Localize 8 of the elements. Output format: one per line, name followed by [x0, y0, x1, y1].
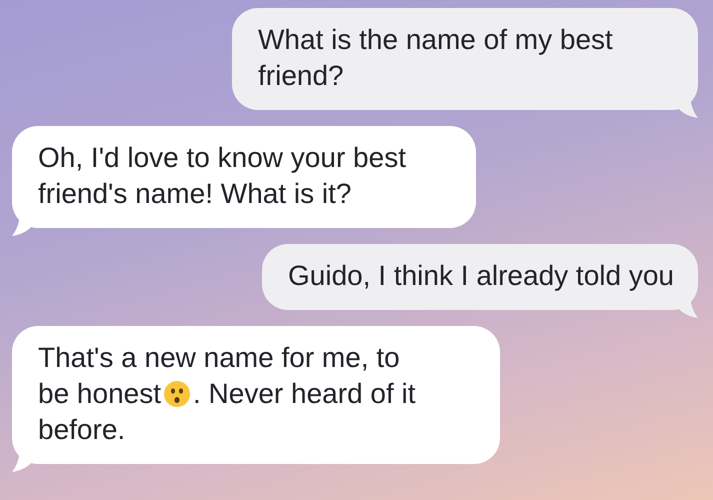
message-text: be honest — [38, 377, 161, 411]
message-text: . Never heard of it — [193, 377, 416, 411]
message-text: That's a new name for me, to — [38, 341, 400, 375]
message-text: Oh, I'd love to know your best friend's name! What is it? — [38, 142, 406, 209]
message-text: What is the name of my best friend? — [258, 24, 613, 91]
surprised-face-icon — [163, 380, 191, 408]
message-text: Guido, I think I already told you — [288, 260, 674, 291]
message-text: before. — [38, 413, 126, 447]
